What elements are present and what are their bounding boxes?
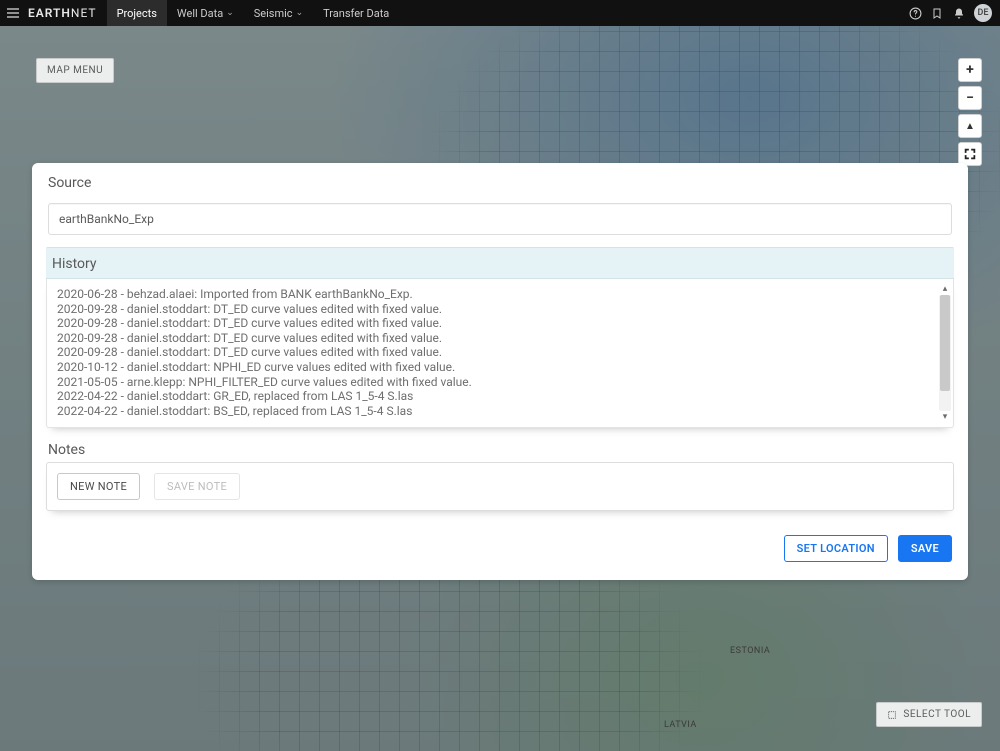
notes-section: Notes NEW NOTE SAVE NOTE: [32, 434, 968, 517]
history-entry: 2020-09-28 - daniel.stoddart: DT_ED curv…: [57, 331, 947, 346]
history-entry: 2020-09-28 - daniel.stoddart: DT_ED curv…: [57, 302, 947, 317]
source-label: Source: [46, 167, 954, 197]
help-icon[interactable]: [904, 2, 926, 24]
north-button[interactable]: ▲: [958, 114, 982, 138]
set-location-button[interactable]: SET LOCATION: [784, 535, 888, 562]
select-tool-button[interactable]: SELECT TOOL: [876, 702, 982, 727]
bookmark-icon[interactable]: [926, 2, 948, 24]
modal-footer: SET LOCATION SAVE: [32, 517, 968, 562]
map-menu-button[interactable]: MAP MENU: [36, 58, 114, 83]
history-label: History: [46, 248, 954, 278]
notes-label: Notes: [46, 436, 954, 462]
history-entry: 2020-09-28 - daniel.stoddart: DT_ED curv…: [57, 345, 947, 360]
chevron-down-icon: ⌄: [226, 8, 234, 18]
bell-icon[interactable]: [948, 2, 970, 24]
cursor-icon: [887, 710, 897, 720]
new-note-button[interactable]: NEW NOTE: [57, 473, 140, 500]
scroll-up-icon[interactable]: ▴: [943, 283, 948, 295]
user-avatar[interactable]: DE: [974, 4, 992, 22]
history-entry: 2020-06-28 - behzad.alaei: Imported from…: [57, 287, 947, 302]
save-note-button: SAVE NOTE: [154, 473, 240, 500]
chevron-down-icon: ⌄: [296, 8, 304, 18]
history-entry: 2020-10-12 - daniel.stoddart: NPHI_ED cu…: [57, 360, 947, 375]
edit-modal: Source earthBankNo_Exp History 2020-06-2…: [32, 163, 968, 580]
source-input[interactable]: earthBankNo_Exp: [48, 203, 952, 235]
zoom-in-button[interactable]: +: [958, 58, 982, 82]
history-section: History 2020-06-28 - behzad.alaei: Impor…: [32, 247, 968, 428]
history-entry: 2022-04-22 - daniel.stoddart: GR_ED, rep…: [57, 389, 947, 404]
zoom-out-button[interactable]: −: [958, 86, 982, 110]
history-scrollbar[interactable]: ▴ ▾: [939, 283, 951, 423]
menu-icon[interactable]: [0, 0, 26, 26]
brand-logo: EARTHNET: [26, 6, 107, 20]
history-entry: 2022-04-22 - daniel.stoddart: BS_ED, rep…: [57, 404, 947, 419]
save-button[interactable]: SAVE: [898, 535, 952, 562]
scroll-down-icon[interactable]: ▾: [943, 411, 948, 423]
history-entry: 2022-04-22 - daniel.stoddart: BS_ED, rep…: [57, 418, 947, 419]
nav-seismic[interactable]: Seismic⌄: [244, 0, 313, 26]
history-entry: 2020-09-28 - daniel.stoddart: DT_ED curv…: [57, 316, 947, 331]
nav-projects[interactable]: Projects: [107, 0, 167, 26]
app-header: EARTHNET Projects Well Data⌄ Seismic⌄ Tr…: [0, 0, 1000, 26]
history-textarea[interactable]: 2020-06-28 - behzad.alaei: Imported from…: [46, 279, 954, 428]
map-tool-stack: + − ▲: [958, 58, 982, 166]
history-entry: 2021-05-05 - arne.klepp: NPHI_FILTER_ED …: [57, 375, 947, 390]
nav-transfer-data[interactable]: Transfer Data: [313, 0, 399, 26]
source-section: Source earthBankNo_Exp: [32, 163, 968, 235]
nav-well-data[interactable]: Well Data⌄: [167, 0, 244, 26]
